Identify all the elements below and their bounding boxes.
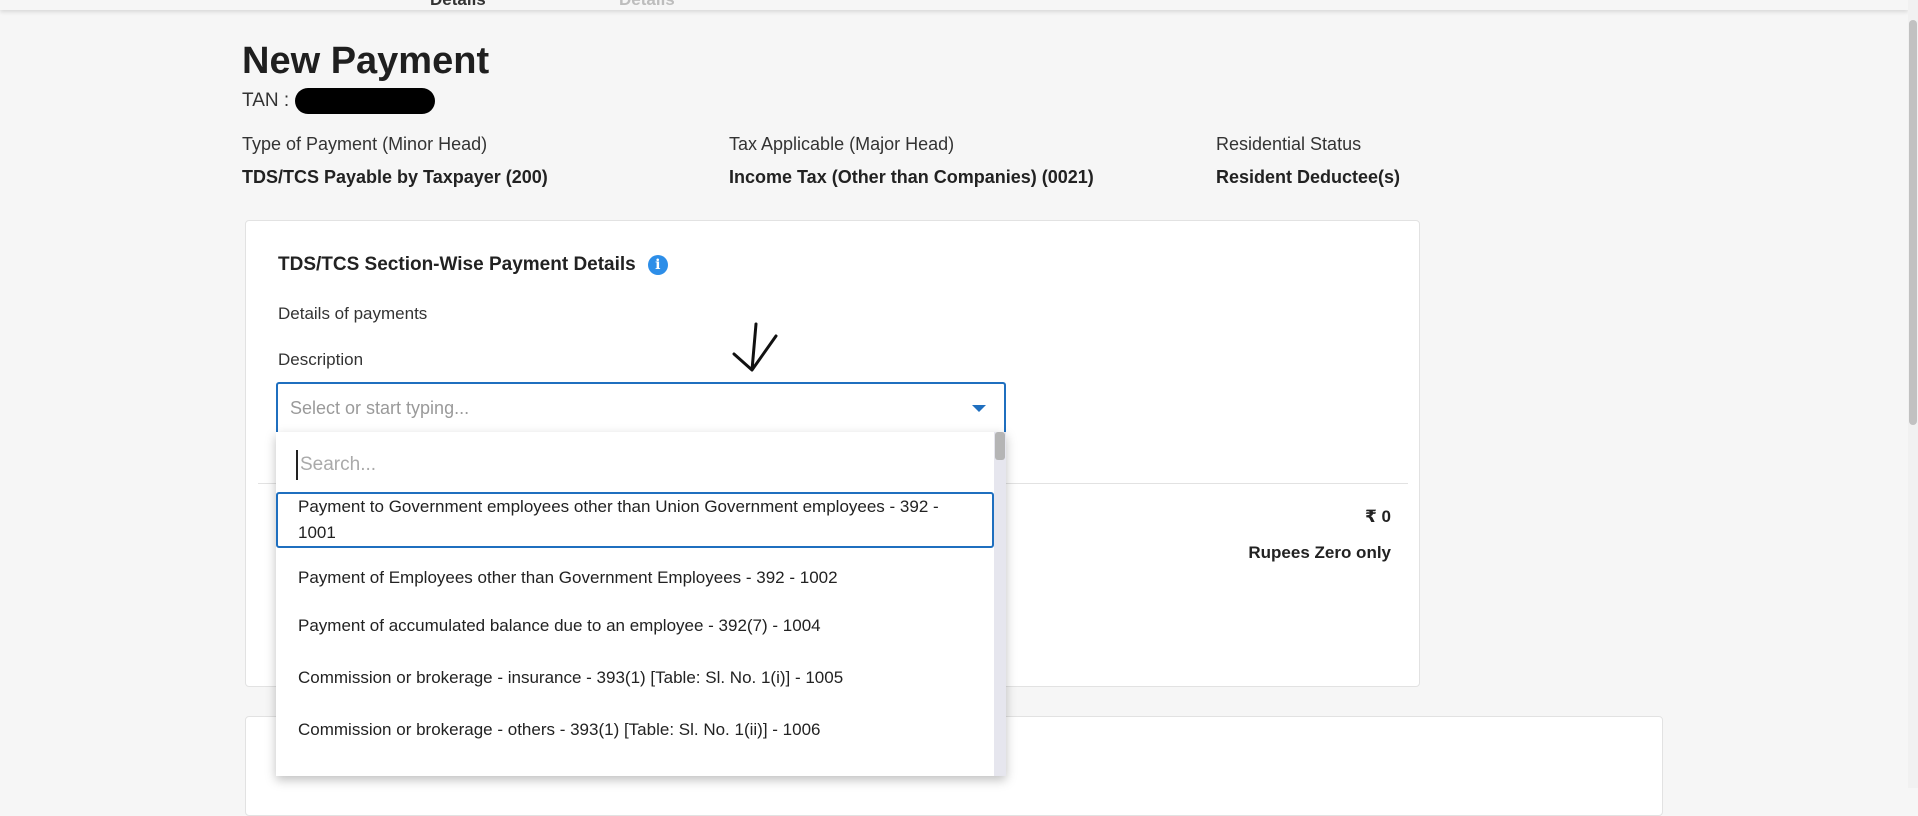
- stepper-step-next-details: Details: [619, 0, 675, 10]
- meta-value: TDS/TCS Payable by Taxpayer (200): [242, 167, 548, 187]
- meta-major-head: Tax Applicable (Major Head) Income Tax (…: [729, 134, 1094, 188]
- dropdown-option[interactable]: Commission or brokerage - insurance - 39…: [276, 652, 994, 704]
- info-icon[interactable]: i: [647, 255, 668, 275]
- card-title: TDS/TCS Section-Wise Payment Details i: [278, 254, 668, 276]
- tan-row: TAN :: [242, 88, 436, 114]
- select-placeholder: Select or start typing...: [290, 398, 470, 418]
- page-scrollbar[interactable]: [1908, 0, 1918, 788]
- dropdown-option[interactable]: Commission or brokerage - others - 393(1…: [276, 704, 994, 756]
- dropdown-search-input[interactable]: [296, 450, 976, 480]
- card-title-text: TDS/TCS Section-Wise Payment Details: [278, 254, 636, 275]
- handwritten-checkmark: [732, 322, 778, 372]
- page-title: New Payment: [242, 40, 490, 82]
- dropdown-scrollbar-thumb[interactable]: [995, 432, 1005, 460]
- meta-label: Residential Status: [1216, 134, 1362, 154]
- meta-minor-head: Type of Payment (Minor Head) TDS/TCS Pay…: [242, 134, 548, 188]
- meta-value: Resident Deductee(s): [1216, 167, 1401, 187]
- meta-label: Type of Payment (Minor Head): [242, 134, 488, 154]
- description-label: Description: [278, 350, 364, 369]
- chevron-down-icon[interactable]: [972, 405, 986, 412]
- dropdown-option[interactable]: Payment to Government employees other th…: [276, 492, 994, 548]
- dropdown-option[interactable]: Payment of Employees other than Governme…: [276, 556, 994, 600]
- meta-label: Tax Applicable (Major Head): [729, 134, 955, 154]
- meta-value: Income Tax (Other than Companies) (0021): [729, 167, 1094, 187]
- tan-redaction: [295, 88, 436, 114]
- dropdown-options: Payment to Government employees other th…: [276, 492, 994, 756]
- amount-in-words: Rupees Zero only: [1248, 543, 1391, 562]
- page-scrollbar-thumb[interactable]: [1909, 20, 1917, 425]
- stepper-step-details: Details: [430, 0, 486, 10]
- dropdown-option[interactable]: Payment of accumulated balance due to an…: [276, 600, 994, 652]
- dropdown-scrollbar[interactable]: [994, 432, 1006, 776]
- meta-residential-status: Residential Status Resident Deductee(s): [1216, 134, 1400, 188]
- tan-label: TAN :: [242, 90, 290, 111]
- top-stepper-bar: [0, 0, 1908, 10]
- amount-value: ₹ 0: [1364, 507, 1391, 526]
- description-dropdown[interactable]: Payment to Government employees other th…: [276, 432, 1006, 776]
- description-select[interactable]: Select or start typing...: [276, 382, 1006, 432]
- card-subtitle: Details of payments: [278, 304, 428, 323]
